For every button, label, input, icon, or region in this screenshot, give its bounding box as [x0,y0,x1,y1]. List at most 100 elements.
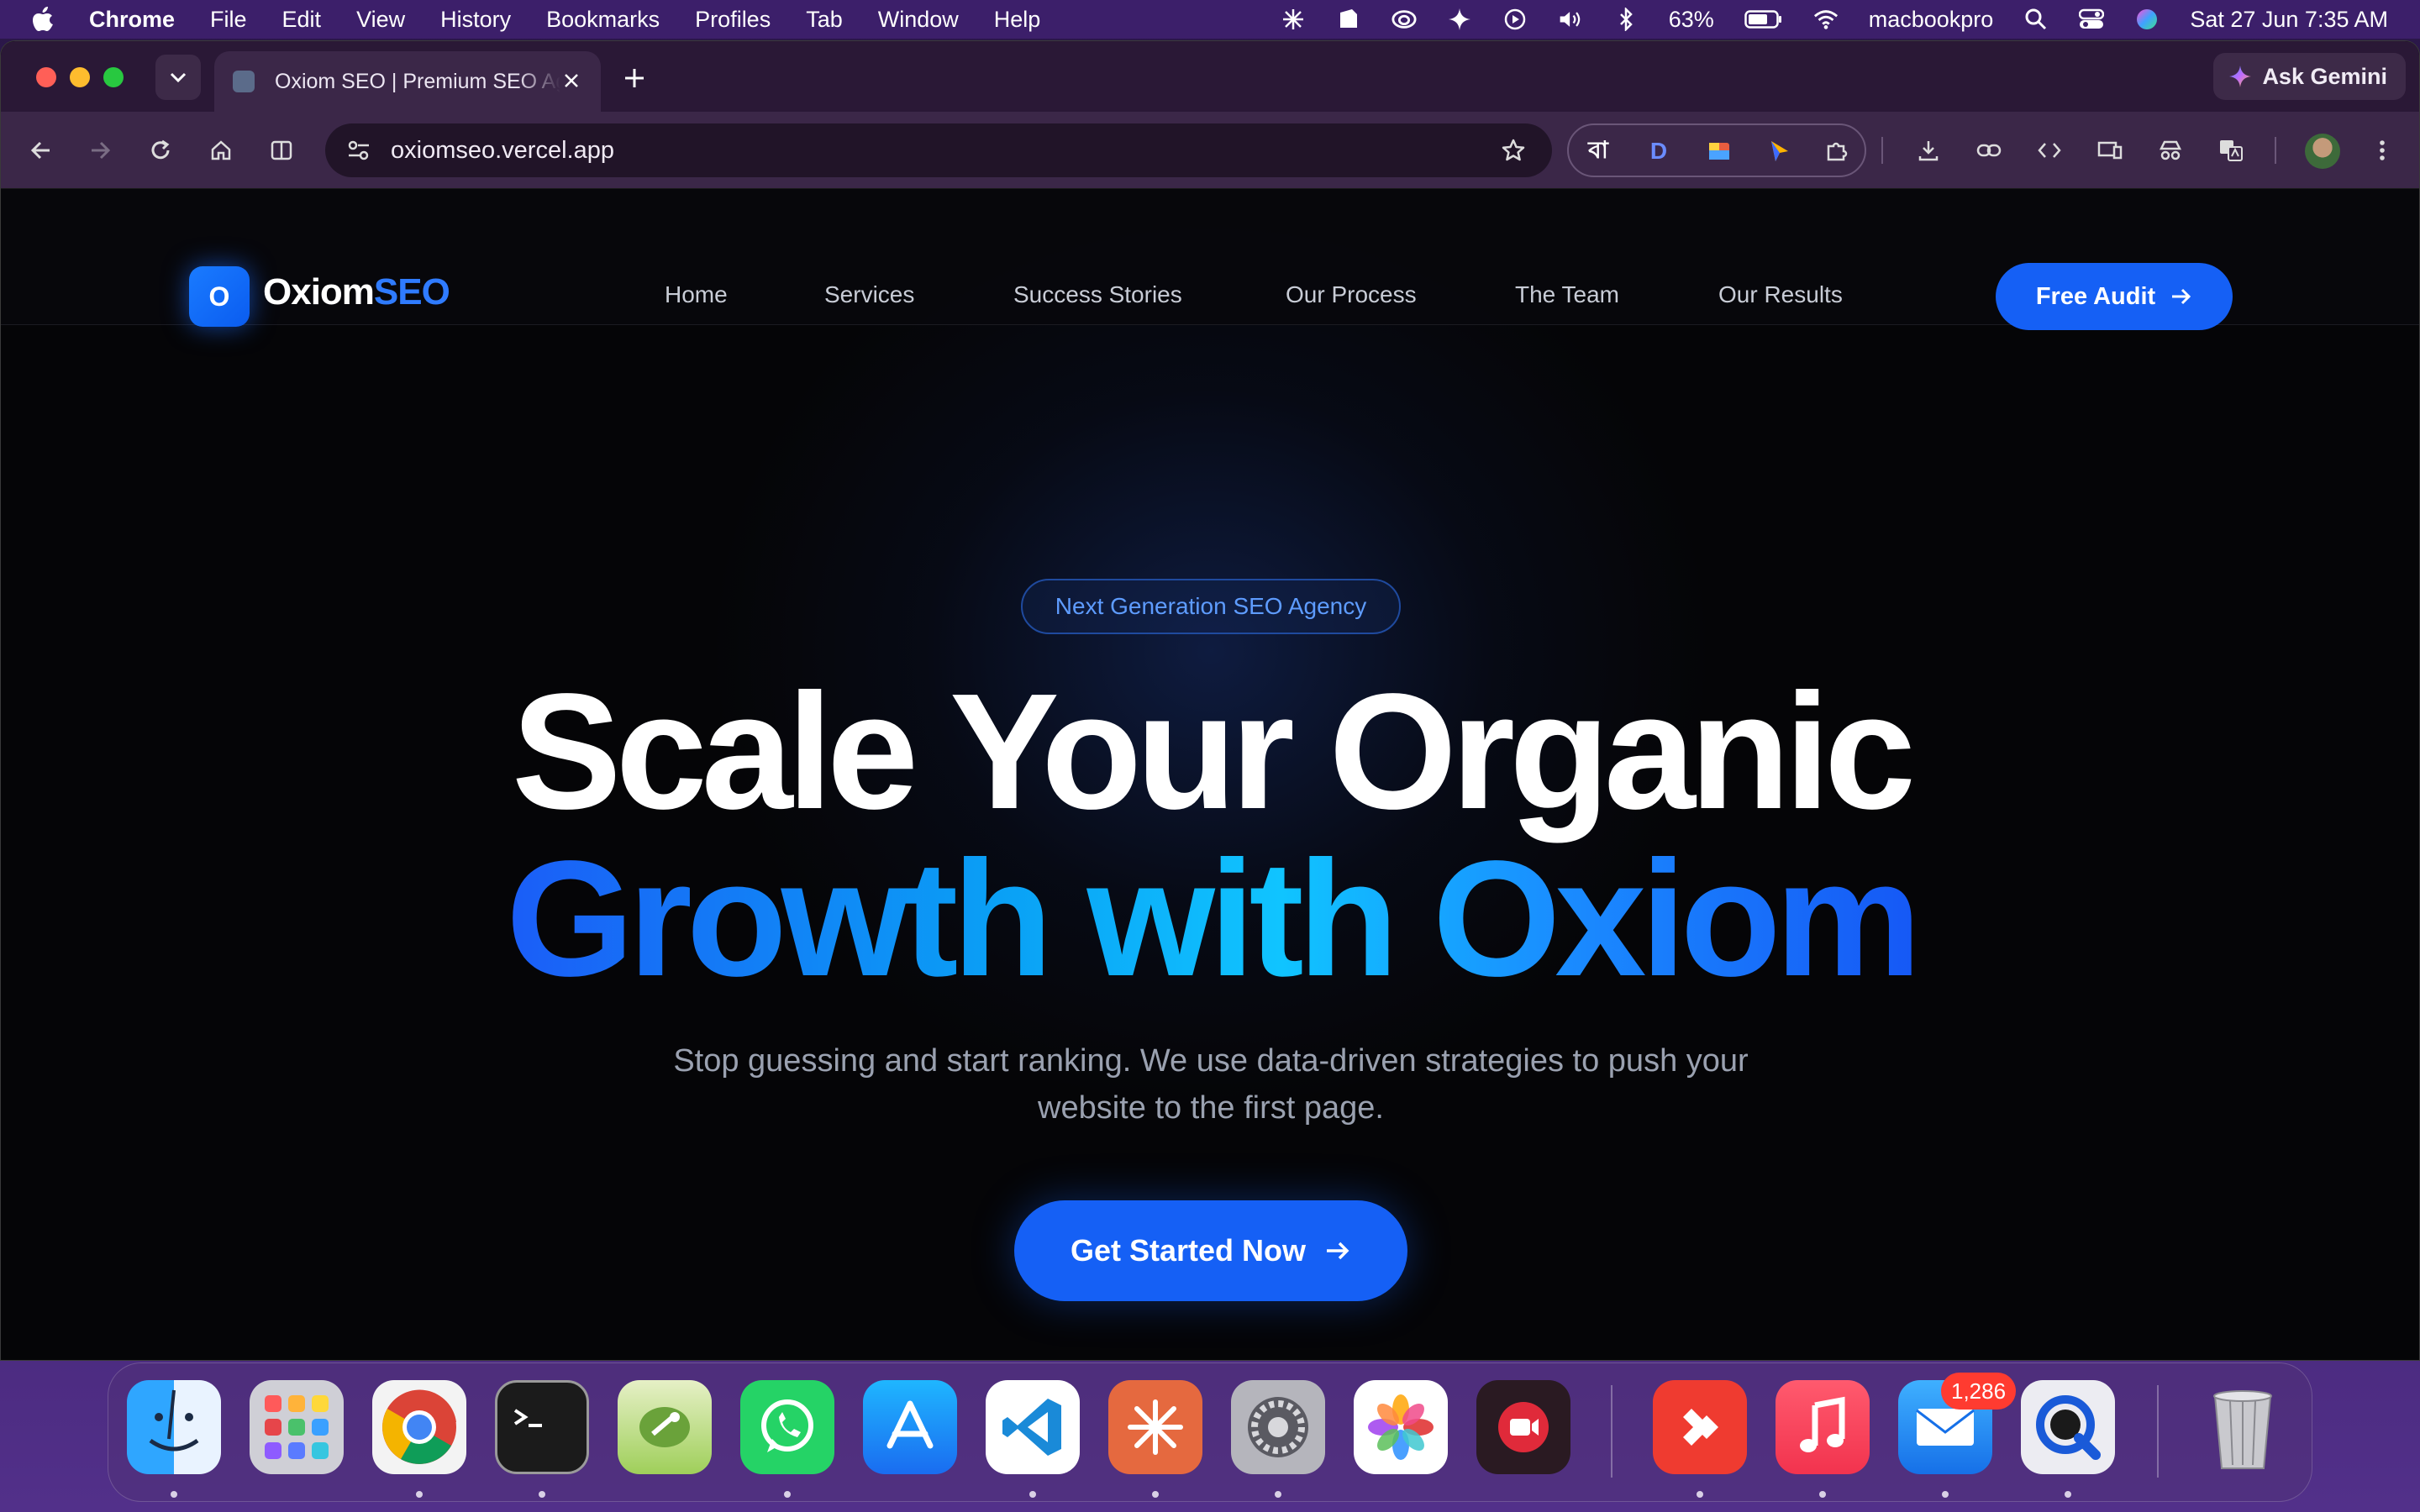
extensions-group: বা D [1567,123,1866,177]
apple-icon[interactable] [32,7,54,32]
battery-icon[interactable] [1744,7,1783,32]
bluetooth-icon[interactable] [1613,7,1639,32]
dock-divider [2157,1385,2159,1478]
trash-icon[interactable] [2196,1380,2290,1474]
ask-gemini-label: Ask Gemini [2262,63,2387,89]
split-view-icon[interactable] [265,134,298,167]
back-arrow-icon[interactable] [24,134,58,167]
new-tab-plus-icon[interactable] [621,65,648,92]
incognito-icon[interactable] [2154,134,2187,167]
notes-status-icon[interactable] [1336,7,1361,32]
color-picker-extension-icon[interactable] [1702,134,1737,169]
d-extension[interactable]: D [1641,134,1676,169]
arrow-right-icon [2172,288,2191,305]
menu-history[interactable]: History [440,7,511,33]
zoom-window-button[interactable] [103,67,124,87]
menu-file[interactable]: File [210,7,247,33]
site-logo[interactable]: OxiomSEO [263,271,450,313]
forward-arrow-icon[interactable] [83,134,117,167]
profile-avatar[interactable] [2305,134,2340,169]
address-bar[interactable]: oxiomseo.vercel.app [325,123,1552,177]
quicktime-icon[interactable] [2021,1380,2115,1474]
menu-edit[interactable]: Edit [282,7,322,33]
clock[interactable]: Sat 27 Jun 7:35 AM [2190,7,2388,33]
whatsapp-icon[interactable] [740,1380,834,1474]
battery-percentage[interactable]: 63% [1669,7,1714,33]
logo-mark[interactable]: O [189,266,250,327]
tab-oxiom-seo[interactable]: Oxiom SEO | Premium SEO Ag [214,51,601,112]
gemini-star-icon[interactable] [1447,7,1472,32]
anydesk-icon[interactable] [1653,1380,1747,1474]
nav-home[interactable]: Home [665,281,728,308]
music-icon[interactable] [1776,1380,1870,1474]
menu-help[interactable]: Help [994,7,1041,33]
ask-gemini-button[interactable]: Ask Gemini [2213,53,2406,100]
nav-our-process[interactable]: Our Process [1286,281,1417,308]
finder-icon[interactable] [127,1380,221,1474]
terminal-icon[interactable] [495,1380,589,1474]
tab-strip: Oxiom SEO | Premium SEO Ag Ask Gemini [1,41,2419,112]
hero-subtitle: Stop guessing and start ranking. We use … [673,1043,1749,1126]
mail-unread-badge: 1,286 [1941,1373,2017,1410]
toolbar-divider [1881,137,1883,164]
dock-divider [1611,1385,1612,1478]
running-indicator [1029,1491,1036,1498]
site-favicon-icon [233,71,255,92]
download-icon[interactable] [1912,134,1945,167]
rocket-typist-icon[interactable] [618,1380,712,1474]
hostname-label[interactable]: macbookpro [1869,7,1994,33]
launchpad-icon[interactable] [250,1380,344,1474]
arrow-pointer-extension-icon[interactable] [1762,134,1797,169]
url-text[interactable]: oxiomseo.vercel.app [391,137,614,165]
menu-bookmarks[interactable]: Bookmarks [546,7,660,33]
hero-title-line-1: Scale Your Organic [511,659,1916,843]
system-settings-icon[interactable] [1231,1380,1325,1474]
bookmark-star-icon[interactable] [1497,134,1530,167]
running-indicator [784,1491,791,1498]
nav-our-results[interactable]: Our Results [1718,281,1843,308]
nav-the-team[interactable]: The Team [1515,281,1619,308]
translate-icon[interactable] [2214,134,2248,167]
close-window-button[interactable] [36,67,56,87]
code-brackets-icon[interactable] [2033,134,2066,167]
screen-recorder-icon[interactable] [1476,1380,1570,1474]
tab-search-button[interactable] [155,55,201,100]
reload-icon[interactable] [144,134,177,167]
menu-window[interactable]: Window [878,7,959,33]
more-menu-icon[interactable] [2365,134,2399,167]
nav-services[interactable]: Services [824,281,914,308]
browser-toolbar: oxiomseo.vercel.app বা D [1,112,2419,189]
bangla-keyboard-extension[interactable]: বা [1581,134,1616,169]
chrome-icon[interactable] [372,1380,466,1474]
app-store-icon[interactable] [863,1380,957,1474]
menu-view[interactable]: View [356,7,405,33]
running-indicator [1819,1491,1826,1498]
tab-title: Oxiom SEO | Premium SEO Ag [275,69,560,93]
free-audit-button[interactable]: Free Audit [1996,263,2233,330]
volume-icon[interactable] [1558,7,1583,32]
device-mode-icon[interactable] [2093,134,2127,167]
site-info-tune-icon[interactable] [342,134,376,167]
menu-profiles[interactable]: Profiles [695,7,771,33]
home-icon[interactable] [204,134,238,167]
menu-tab[interactable]: Tab [806,7,843,33]
vscode-icon[interactable] [986,1380,1080,1474]
menu-app-chrome[interactable]: Chrome [89,7,175,33]
wifi-icon[interactable] [1813,7,1839,32]
tab-close-icon[interactable] [560,70,582,92]
play-circle-icon[interactable] [1502,7,1528,32]
nav-success-stories[interactable]: Success Stories [1013,281,1182,308]
running-indicator [1942,1491,1949,1498]
creative-cloud-icon[interactable] [1392,7,1417,32]
photos-icon[interactable] [1354,1380,1448,1474]
get-started-button[interactable]: Get Started Now [1014,1200,1407,1301]
logo-text-oxiom: Oxiom [263,271,375,312]
siri-icon[interactable] [2134,7,2160,32]
link-icon[interactable] [1972,134,2006,167]
minimize-window-button[interactable] [70,67,90,87]
spotlight-search-icon[interactable] [2023,7,2049,32]
claude-icon[interactable] [1108,1380,1202,1474]
sparkle-status-icon[interactable] [1281,7,1306,32]
control-center-icon[interactable] [2079,7,2105,32]
extensions-puzzle-icon[interactable] [1819,134,1854,169]
